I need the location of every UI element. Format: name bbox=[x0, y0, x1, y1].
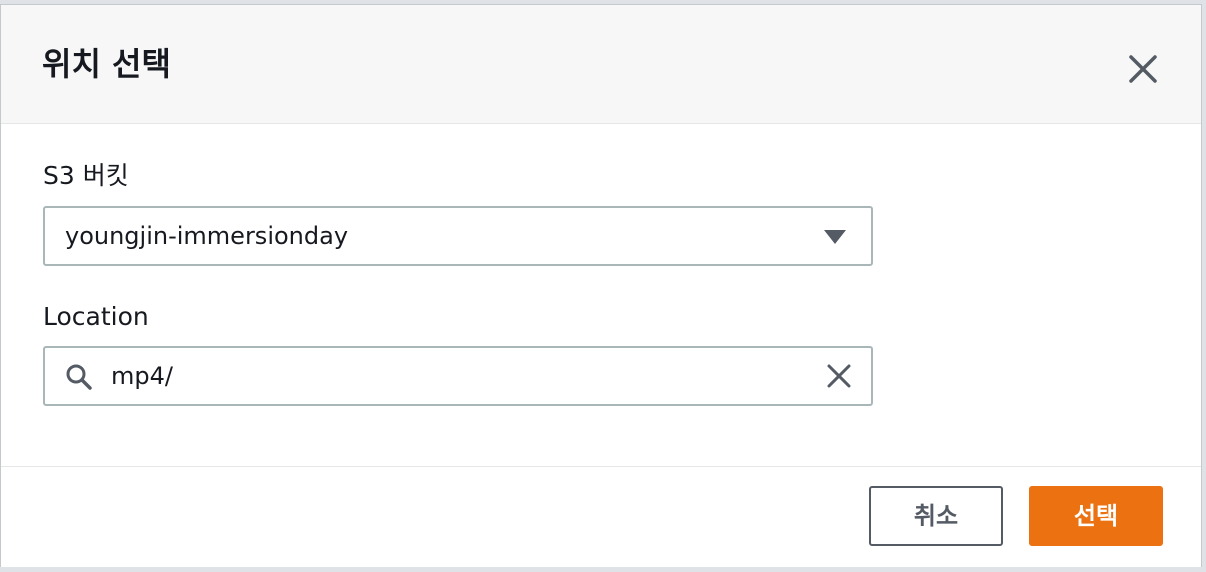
location-search-input[interactable] bbox=[111, 356, 791, 396]
location-search-box bbox=[43, 346, 873, 406]
location-label: Location bbox=[43, 302, 149, 331]
clear-icon bbox=[827, 364, 851, 388]
dialog-footer: 취소 선택 bbox=[1, 466, 1201, 567]
dialog-body: S3 버킷 youngjin-immersionday Location bbox=[1, 124, 1201, 466]
bucket-selected-value: youngjin-immersionday bbox=[65, 222, 349, 250]
close-button[interactable] bbox=[1119, 45, 1167, 93]
bucket-select[interactable]: youngjin-immersionday bbox=[43, 206, 873, 266]
dialog-title: 위치 선택 bbox=[42, 45, 171, 83]
dialog-header: 위치 선택 bbox=[1, 5, 1201, 124]
clear-search-button[interactable] bbox=[823, 360, 855, 392]
cancel-button[interactable]: 취소 bbox=[869, 486, 1003, 546]
bucket-label: S3 버킷 bbox=[43, 161, 129, 190]
caret-down-icon bbox=[824, 230, 846, 244]
select-button[interactable]: 선택 bbox=[1029, 486, 1163, 546]
close-icon bbox=[1129, 55, 1157, 83]
select-location-dialog: 위치 선택 S3 버킷 youngjin-immersionday Locati… bbox=[0, 4, 1202, 567]
search-icon bbox=[66, 364, 92, 390]
